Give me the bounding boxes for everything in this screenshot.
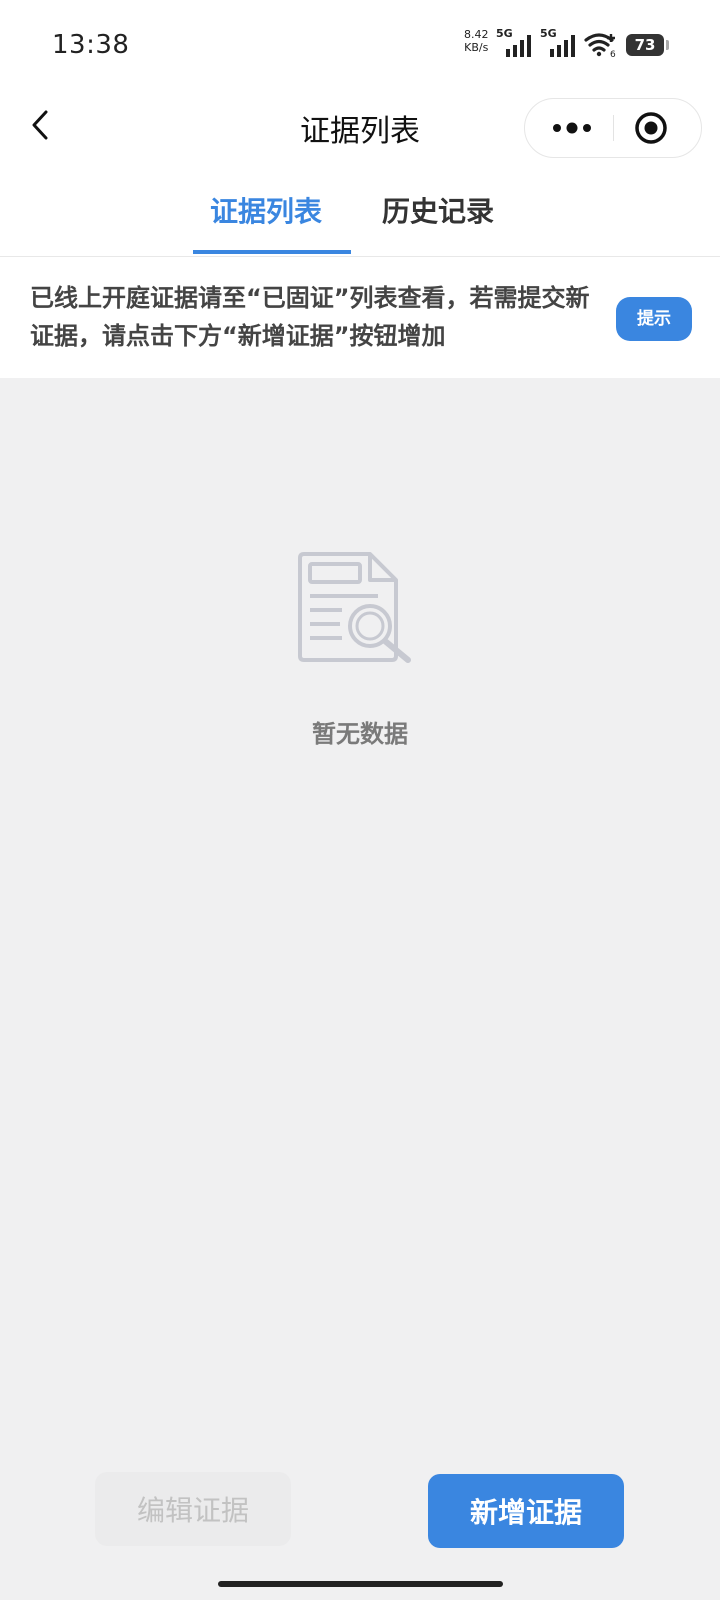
status-time: 13:38 [52,30,130,60]
network-speed-value: 8.42 [464,28,489,41]
svg-text:6: 6 [610,50,616,58]
navigation-bar: 证据列表 [0,92,720,168]
close-mini-program-button[interactable] [629,106,673,150]
edit-evidence-button[interactable]: 编辑证据 [95,1472,291,1546]
bottom-action-bar: 编辑证据 新增证据 [0,1462,720,1572]
empty-state-text: 暂无数据 [312,720,408,748]
more-button[interactable] [545,109,603,147]
target-close-icon [635,112,667,144]
active-tab-indicator [193,250,351,254]
network-speed: 8.42 KB/s [464,28,489,54]
wifi-icon: 6 [584,32,618,62]
battery-indicator: 73 [626,34,669,56]
add-evidence-button[interactable]: 新增证据 [428,1474,624,1548]
home-indicator[interactable] [218,1581,503,1587]
mini-program-capsule [524,98,702,158]
more-dots-icon [553,122,591,134]
notice-text: 已线上开庭证据请至“已固证”列表查看，若需提交新证据，请点击下方“新增证据”按钮… [30,284,590,350]
tab-history[interactable]: 历史记录 [362,190,514,254]
status-bar: 13:38 8.42 KB/s 5G 5G 6 73 [0,0,720,92]
hint-button[interactable]: 提示 [616,297,692,341]
network-speed-unit: KB/s [464,41,489,54]
notice-banner: 已线上开庭证据请至“已固证”列表查看，若需提交新证据，请点击下方“新增证据”按钮… [0,257,720,378]
capsule-divider [613,115,614,141]
document-search-icon [296,552,416,672]
tab-evidence-list[interactable]: 证据列表 [190,190,342,254]
status-indicators: 8.42 KB/s 5G 5G 6 73 [450,26,720,60]
tab-bar: 证据列表 历史记录 [0,168,720,257]
